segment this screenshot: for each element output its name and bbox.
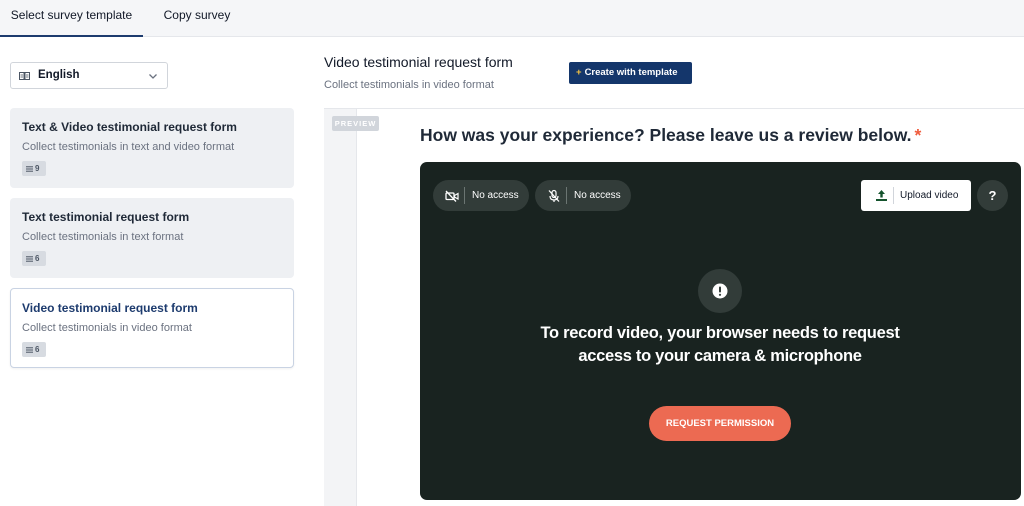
chevron-down-icon xyxy=(149,74,157,79)
template-card-text[interactable]: Text testimonial request form Collect te… xyxy=(10,198,294,278)
required-mark: * xyxy=(914,125,922,145)
microphone-toggle[interactable]: No access xyxy=(535,180,631,211)
language-select-value: English xyxy=(38,69,80,81)
language-icon xyxy=(19,72,30,80)
template-card-subtitle: Collect testimonials in video format xyxy=(22,322,192,334)
tab-select-survey-template[interactable]: Select survey template xyxy=(0,0,143,37)
question-count-badge: 9 xyxy=(22,161,46,176)
language-select[interactable]: English xyxy=(10,62,168,89)
template-card-title: Text testimonial request form xyxy=(22,210,190,224)
button-divider xyxy=(893,187,894,204)
pill-divider xyxy=(464,187,465,204)
template-detail-title: Video testimonial request form xyxy=(324,54,513,70)
list-icon xyxy=(26,166,33,172)
question-title: How was your experience? Please leave us… xyxy=(420,125,921,146)
permission-message: To record video, your browser needs to r… xyxy=(540,324,900,365)
template-card-text-video[interactable]: Text & Video testimonial request form Co… xyxy=(10,108,294,188)
tab-copy-survey[interactable]: Copy survey xyxy=(143,0,251,37)
list-icon xyxy=(26,256,33,262)
question-count: 9 xyxy=(35,164,40,173)
upload-icon xyxy=(876,190,887,201)
template-card-title: Video testimonial request form xyxy=(22,301,198,315)
create-with-template-button[interactable]: + Create with template xyxy=(569,62,692,84)
preview-side-strip xyxy=(324,109,357,506)
alert-badge xyxy=(698,269,742,313)
template-card-video[interactable]: Video testimonial request form Collect t… xyxy=(10,288,294,368)
template-card-title: Text & Video testimonial request form xyxy=(22,120,237,134)
question-count: 6 xyxy=(35,254,40,263)
preview-tag: PREVIEW xyxy=(332,116,379,131)
pill-divider xyxy=(566,187,567,204)
camera-status: No access xyxy=(472,190,519,201)
question-count-badge: 6 xyxy=(22,342,46,357)
template-card-subtitle: Collect testimonials in text format xyxy=(22,231,184,243)
template-card-subtitle: Collect testimonials in text and video f… xyxy=(22,141,235,153)
question-count-badge: 6 xyxy=(22,251,46,266)
help-button[interactable]: ? xyxy=(977,180,1008,211)
microphone-off-icon xyxy=(548,189,560,202)
question-text: How was your experience? Please leave us… xyxy=(420,125,912,145)
upload-video-label: Upload video xyxy=(900,190,959,201)
camera-off-icon xyxy=(445,190,459,202)
alert-icon xyxy=(712,283,728,299)
tab-bar: Select survey template Copy survey xyxy=(0,0,1024,37)
question-count: 6 xyxy=(35,345,40,354)
microphone-status: No access xyxy=(574,190,621,201)
request-permission-button[interactable]: REQUEST PERMISSION xyxy=(649,406,791,441)
camera-toggle[interactable]: No access xyxy=(433,180,529,211)
template-detail-subtitle: Collect testimonials in video format xyxy=(324,79,494,91)
upload-video-button[interactable]: Upload video xyxy=(861,180,971,211)
create-button-label: Create with template xyxy=(584,67,678,78)
plus-icon: + xyxy=(576,67,582,78)
list-icon xyxy=(26,347,33,353)
